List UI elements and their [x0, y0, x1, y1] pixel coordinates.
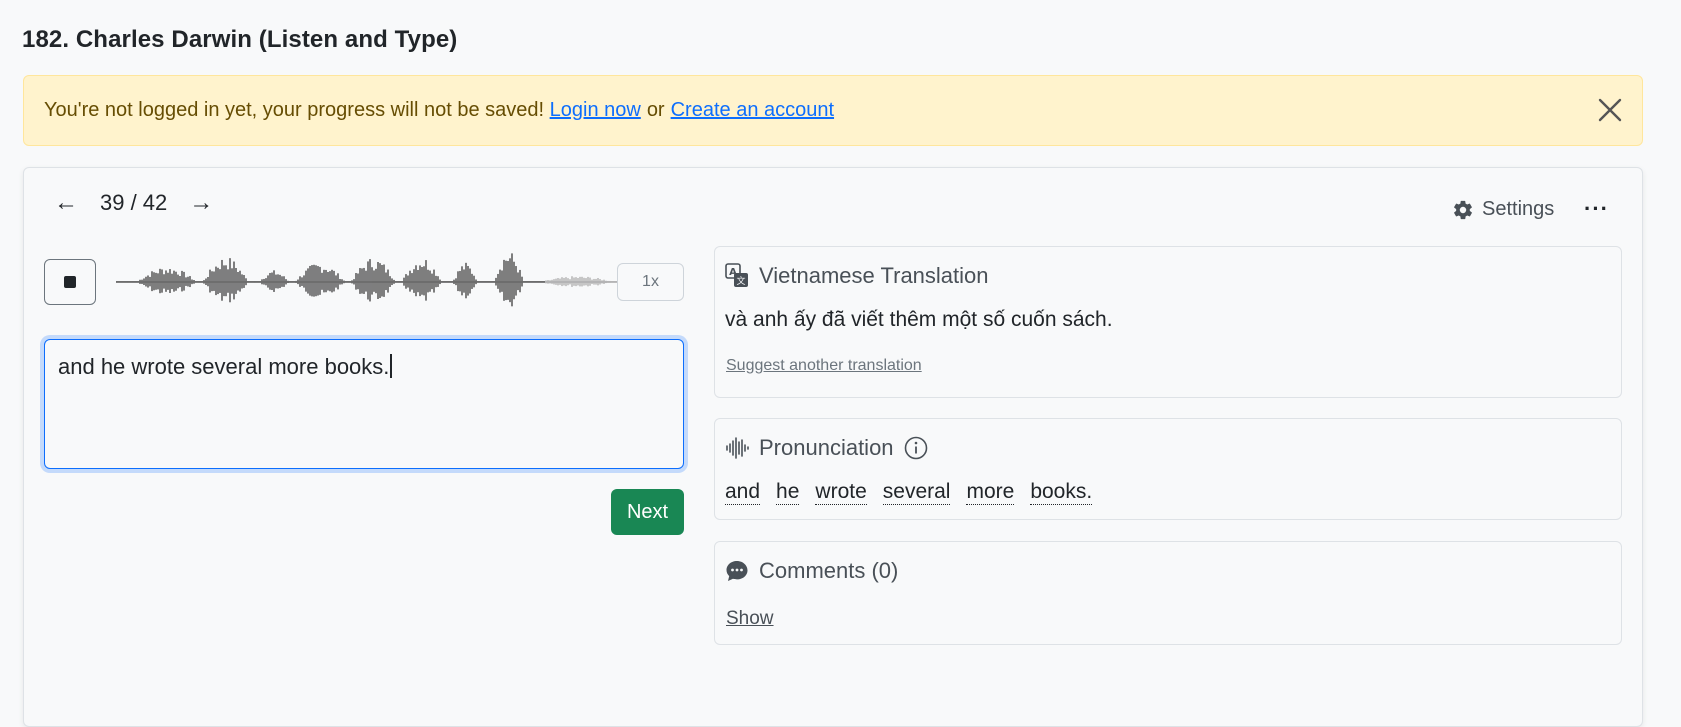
- pronunciation-panel: Pronunciation and he wrote several more …: [714, 418, 1622, 520]
- comments-title: Comments (0): [759, 558, 899, 583]
- pronunciation-word[interactable]: wrote: [815, 480, 867, 506]
- create-account-link[interactable]: Create an account: [671, 99, 834, 122]
- pronunciation-word[interactable]: more: [966, 480, 1015, 506]
- settings-button[interactable]: Settings: [1452, 198, 1554, 221]
- chat-bubble-icon: [725, 559, 749, 583]
- gear-icon: [1454, 200, 1472, 219]
- translation-text: và anh ấy đã viết thêm một số cuốn sách.: [725, 308, 1113, 331]
- answer-text: and he wrote several more books.: [58, 354, 390, 379]
- exercise-card: ← 39 / 42 → Settings ··· 1x and he wrote…: [23, 167, 1643, 727]
- suggest-translation-link[interactable]: Suggest another translation: [726, 357, 922, 375]
- settings-label: Settings: [1482, 198, 1555, 220]
- answer-input[interactable]: and he wrote several more books.: [44, 339, 684, 469]
- translate-icon: A 文: [725, 263, 749, 289]
- stop-button[interactable]: [44, 259, 96, 305]
- pronunciation-word[interactable]: and: [725, 480, 761, 506]
- alert-separator: or: [646, 99, 665, 121]
- page-title: 182. Charles Darwin (Listen and Type): [22, 26, 458, 53]
- sentence-nav: ← 39 / 42 →: [54, 190, 213, 216]
- translation-title: Vietnamese Translation: [759, 263, 989, 288]
- pronunciation-title: Pronunciation: [759, 435, 894, 460]
- next-button[interactable]: Next: [611, 489, 684, 535]
- info-icon[interactable]: [904, 436, 928, 460]
- audio-waveform[interactable]: [116, 246, 626, 318]
- translation-panel: A 文 Vietnamese Translation và anh ấy đã …: [714, 246, 1622, 398]
- soundwave-icon: [725, 437, 749, 459]
- arrow-left-icon[interactable]: ←: [54, 191, 78, 215]
- playback-speed-button[interactable]: 1x: [617, 263, 684, 301]
- arrow-right-icon[interactable]: →: [189, 191, 213, 215]
- login-alert: You're not logged in yet, your progress …: [23, 75, 1643, 146]
- show-comments-link[interactable]: Show: [726, 608, 774, 630]
- more-options-icon[interactable]: ···: [1584, 196, 1609, 222]
- svg-text:文: 文: [736, 275, 745, 287]
- stop-icon: [64, 276, 76, 288]
- login-link[interactable]: Login now: [550, 99, 641, 122]
- pronunciation-word[interactable]: he: [776, 480, 800, 506]
- comments-panel: Comments (0) Show: [714, 541, 1622, 645]
- pronunciation-words: and he wrote several more books.: [725, 480, 1108, 506]
- alert-message: You're not logged in yet, your progress …: [44, 99, 545, 121]
- text-caret: [390, 354, 393, 378]
- sentence-counter: 39 / 42: [100, 190, 168, 215]
- pronunciation-word[interactable]: several: [882, 480, 951, 506]
- close-icon[interactable]: [1596, 96, 1624, 124]
- pronunciation-word[interactable]: books.: [1030, 480, 1093, 506]
